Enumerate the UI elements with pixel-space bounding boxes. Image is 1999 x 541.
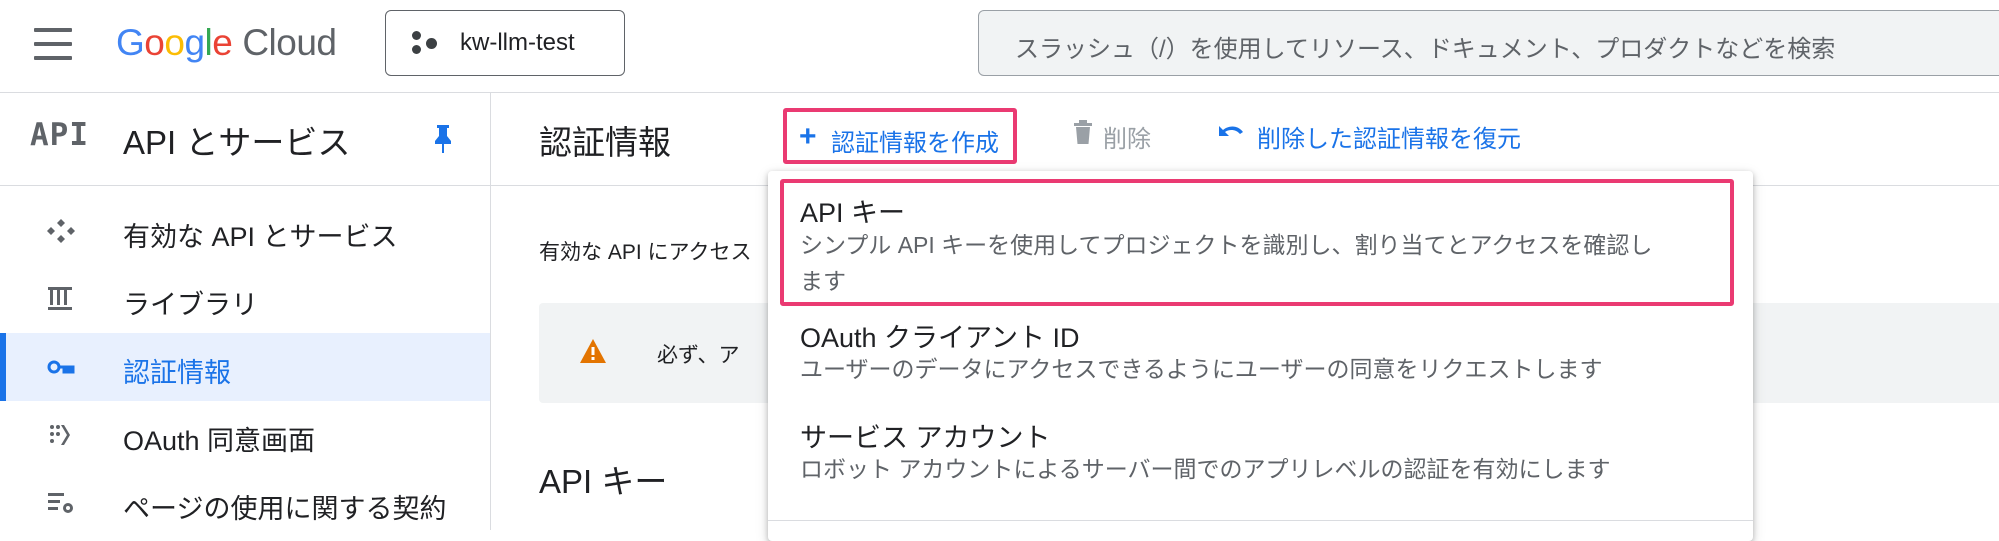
sidebar-item-enabled-apis[interactable]: 有効な API とサービス bbox=[0, 197, 490, 265]
page-usage-settings-icon bbox=[48, 493, 73, 513]
warning-text: 必ず、ア bbox=[657, 344, 740, 367]
key-icon bbox=[47, 360, 75, 374]
delete-button[interactable]: 削除 bbox=[1073, 115, 1163, 155]
sidebar-item-library[interactable]: ライブラリ bbox=[0, 265, 490, 333]
project-name: kw-llm-test bbox=[460, 29, 575, 56]
search-input[interactable]: スラッシュ（/）を使用してリソース、ドキュメント、プロダクトなどを検索 bbox=[978, 10, 1999, 76]
sidebar-title: API とサービス bbox=[123, 124, 351, 161]
undo-icon bbox=[1219, 126, 1243, 136]
page-title: 認証情報 bbox=[539, 124, 671, 161]
search-placeholder: スラッシュ（/）を使用してリソース、ドキュメント、プロダクトなどを検索 bbox=[1015, 36, 1836, 63]
sidebar-item-oauth-consent[interactable]: OAuth 同意画面 bbox=[0, 401, 490, 469]
sidebar-item-credentials[interactable]: 認証情報 bbox=[0, 333, 490, 401]
library-icon bbox=[48, 287, 72, 310]
create-credentials-button[interactable]: + 認証情報を作成 bbox=[783, 108, 1017, 164]
warning-icon bbox=[580, 339, 606, 363]
sidebar-header: API API とサービス bbox=[0, 93, 490, 186]
menu-item-api-key[interactable]: API キー シンプル API キーを使用してプロジェクトを識別し、割り当てとア… bbox=[768, 179, 1753, 306]
trash-icon bbox=[1074, 120, 1092, 144]
sidebar: API API とサービス 有効な API とサービス ライブラリ 認証情報 O… bbox=[0, 93, 491, 530]
project-selector-button[interactable]: kw-llm-test bbox=[385, 10, 625, 76]
main-menu-icon[interactable] bbox=[34, 28, 72, 60]
restore-deleted-credentials-button[interactable]: 削除した認証情報を復元 bbox=[1217, 115, 1537, 155]
menu-item-oauth-client-id[interactable]: OAuth クライアント ID ユーザーのデータにアクセスできるようにユーザーの… bbox=[768, 311, 1753, 401]
api-services-icon bbox=[47, 219, 75, 243]
top-bar: Google Cloud kw-llm-test スラッシュ（/）を使用してリソー… bbox=[0, 0, 1999, 93]
oauth-consent-icon bbox=[50, 425, 70, 445]
create-credentials-menu: API キー シンプル API キーを使用してプロジェクトを識別し、割り当てとア… bbox=[768, 171, 1753, 541]
menu-divider bbox=[768, 520, 1753, 521]
pin-icon[interactable] bbox=[432, 123, 454, 155]
plus-icon: + bbox=[799, 120, 817, 153]
api-logo-icon: API bbox=[30, 117, 89, 153]
project-icon bbox=[412, 31, 440, 55]
sidebar-item-page-usage-agreements[interactable]: ページの使用に関する契約 bbox=[0, 469, 490, 537]
api-keys-section-title: API キー bbox=[539, 463, 668, 500]
credentials-description: 有効な API にアクセス bbox=[539, 241, 752, 264]
google-cloud-logo[interactable]: Google Cloud bbox=[116, 20, 337, 66]
menu-item-service-account[interactable]: サービス アカウント ロボット アカウントによるサーバー間でのアプリレベルの認証… bbox=[768, 411, 1753, 501]
